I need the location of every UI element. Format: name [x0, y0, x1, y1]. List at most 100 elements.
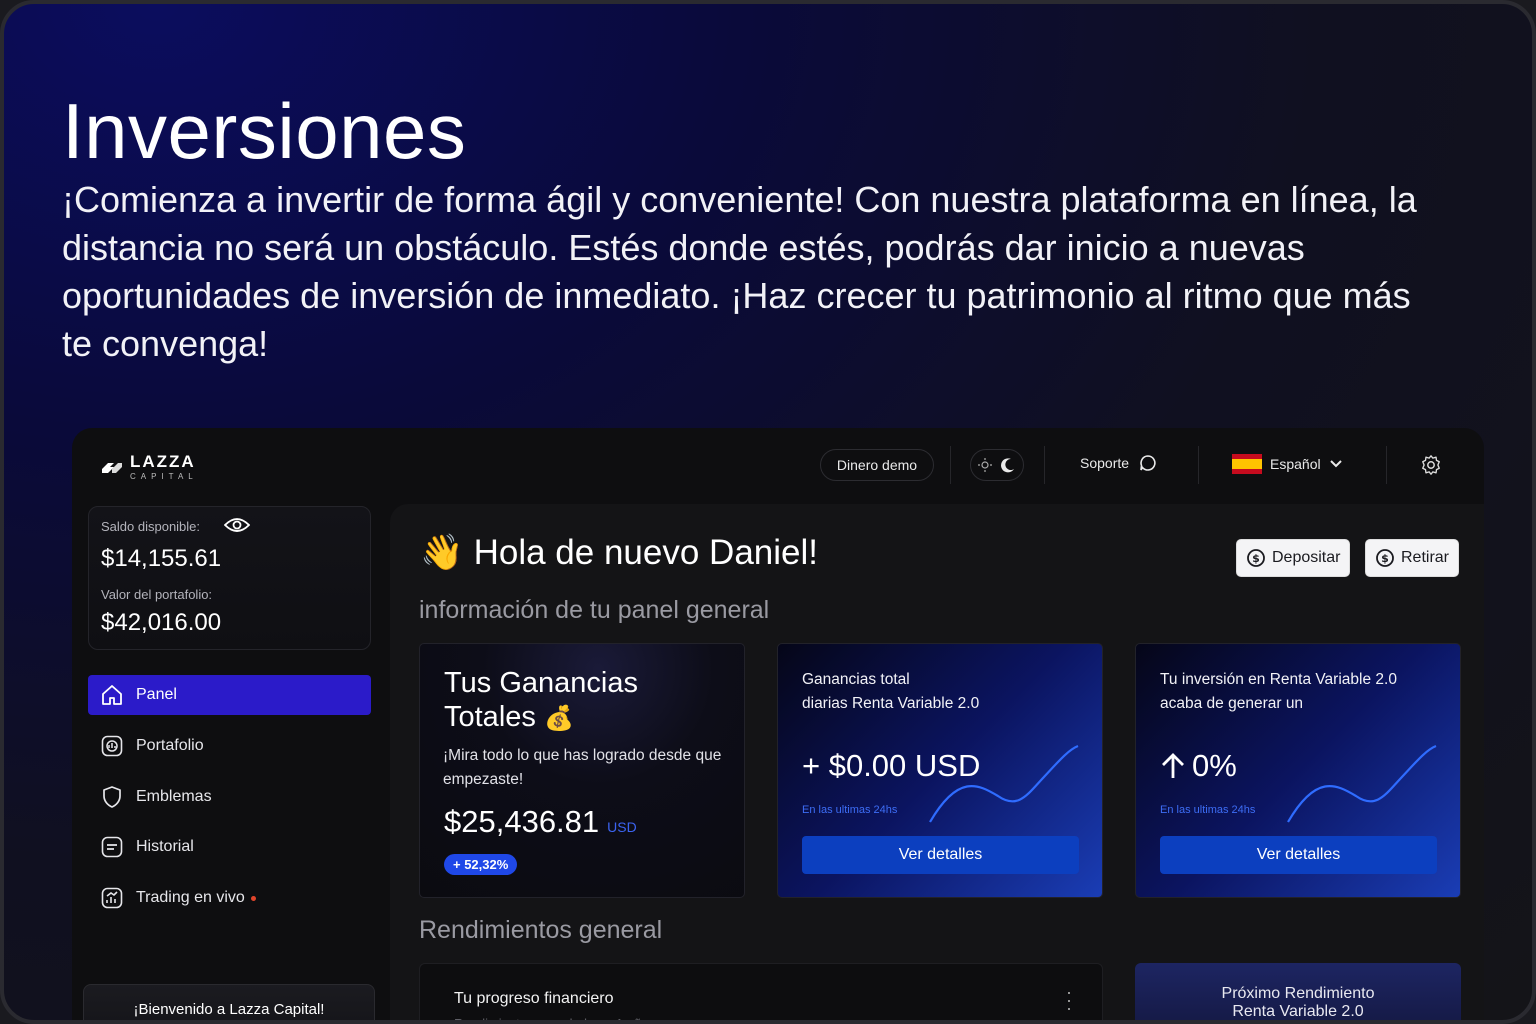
card-title: Tus Ganancias Totales 💰 [444, 666, 638, 736]
card-heading: Tu inversión en Renta Variable 2.0 acaba… [1160, 668, 1440, 716]
card-heading-line: acaba de generar un [1160, 695, 1304, 712]
sidebar-item-emblemas[interactable]: Emblemas [88, 777, 371, 817]
sidebar-item-panel[interactable]: Panel [88, 675, 371, 715]
chart-icon [101, 735, 123, 757]
portfolio-label: Valor del portafolio: [101, 587, 213, 602]
more-options-icon[interactable]: · · · [1066, 983, 1072, 1017]
progress-subtitle: Rendimiento acumulado en 1 año [454, 1016, 649, 1024]
withdraw-button[interactable]: $ Retirar [1365, 539, 1460, 577]
chat-bubble-icon [1140, 455, 1156, 471]
gear-icon[interactable] [1420, 454, 1442, 476]
demo-money-toggle[interactable]: Dinero demo [820, 449, 934, 481]
details-button[interactable]: Ver detalles [1160, 836, 1437, 874]
details-button[interactable]: Ver detalles [802, 836, 1079, 874]
next-yield-text: Próximo Rendimiento Renta Variable 2.0 [1135, 985, 1461, 1020]
promo-frame: Inversiones ¡Comienza a invertir de form… [0, 0, 1536, 1024]
divider [1044, 446, 1045, 484]
divider [1198, 446, 1199, 484]
deposit-button[interactable]: $ Depositar [1236, 539, 1351, 577]
chevron-down-icon [1329, 460, 1342, 468]
financial-progress-card: Tu progreso financiero Rendimiento acumu… [419, 963, 1103, 1024]
currency-label: USD [607, 819, 637, 835]
sidebar: Saldo disponible: $14,155.61 Valor del p… [72, 504, 388, 1020]
shield-icon [103, 786, 121, 808]
divider [950, 446, 951, 484]
support-link[interactable]: Soporte [1080, 454, 1157, 472]
card-heading: Ganancias total diarias Renta Variable 2… [802, 668, 1082, 716]
card-heading-line: Tu inversión en Renta Variable 2.0 [1160, 671, 1397, 688]
history-icon [101, 836, 123, 858]
moon-icon [1001, 458, 1014, 473]
main-panel: 👋 Hola de nuevo Daniel! $ Depositar $ Re… [390, 504, 1484, 1024]
time-note: En las ultimas 24hs [802, 804, 898, 816]
variable-income-value: 0% [1160, 748, 1237, 784]
top-bar: LAZZA CAPITAL Dinero demo Soporte Españo… [72, 428, 1484, 504]
balance-value: $14,155.61 [101, 545, 222, 572]
next-yield-line: Renta Variable 2.0 [1232, 1003, 1364, 1020]
arrow-up-icon [1162, 753, 1184, 778]
overview-title: información de tu panel general [419, 596, 770, 624]
sidebar-item-label: Emblemas [136, 788, 212, 805]
sidebar-item-trading[interactable]: Trading en vivo [88, 878, 371, 918]
wave-icon: 👋 [420, 533, 464, 572]
next-yield-line: Próximo Rendimiento [1221, 985, 1375, 1002]
sidebar-item-label: Trading en vivo [136, 889, 245, 906]
card-title-line: Tus Ganancias [444, 667, 638, 699]
card-heading-line: Ganancias total [802, 671, 910, 688]
card-heading-line: diarias Renta Variable 2.0 [802, 695, 980, 712]
spain-flag-icon [1232, 454, 1262, 474]
sun-icon [978, 458, 992, 472]
svg-text:$: $ [1381, 552, 1389, 565]
hero-subtitle: ¡Comienza a invertir de forma ágil y con… [62, 179, 1417, 364]
card-subtitle: ¡Mira todo lo que has logrado desde que … [443, 747, 722, 788]
live-indicator-dot [250, 895, 256, 901]
logo-subtext: CAPITAL [130, 472, 198, 481]
trend-sparkline [1287, 744, 1437, 823]
daily-earnings-card: Ganancias total diarias Renta Variable 2… [777, 643, 1103, 898]
next-yield-card[interactable]: Próximo Rendimiento Renta Variable 2.0 [1135, 963, 1461, 1020]
support-label: Soporte [1080, 455, 1130, 471]
hero-title: Inversiones [62, 87, 467, 175]
time-note: En las ultimas 24hs [1160, 804, 1256, 816]
earnings-amount: $25,436.81 [444, 804, 600, 839]
lazza-logo-icon [102, 462, 122, 473]
sidebar-item-label: Historial [136, 838, 194, 855]
logo[interactable]: LAZZA CAPITAL [100, 452, 198, 481]
total-earnings-value: $25,436.81 USD [444, 804, 637, 840]
performance-title: Rendimientos general [419, 916, 663, 944]
sidebar-item-label: Portafolio [136, 737, 204, 754]
greeting: 👋 Hola de nuevo Daniel! [420, 532, 818, 573]
app-window: LAZZA CAPITAL Dinero demo Soporte Españo… [72, 428, 1484, 1024]
language-select[interactable]: Español [1232, 454, 1343, 474]
welcome-text: ¡Bienvenido a Lazza Capital! [133, 1001, 325, 1018]
money-bag-icon: 💰 [543, 705, 574, 732]
divider [1386, 446, 1387, 484]
withdraw-coin-icon: $ [1376, 549, 1394, 567]
deposit-coin-icon: $ [1247, 549, 1265, 567]
welcome-banner: ¡Bienvenido a Lazza Capital! [83, 984, 375, 1020]
trend-sparkline [929, 744, 1079, 823]
card-title-line: Totales [444, 701, 536, 733]
svg-text:$: $ [1252, 552, 1260, 565]
language-label: Español [1270, 456, 1321, 472]
home-icon [102, 685, 122, 705]
balance-card: Saldo disponible: $14,155.61 Valor del p… [88, 506, 371, 650]
deposit-label: Depositar [1272, 549, 1341, 566]
balance-label: Saldo disponible: [101, 519, 201, 534]
theme-toggle[interactable] [970, 449, 1024, 481]
total-earnings-card: Tus Ganancias Totales 💰 ¡Mira todo lo qu… [419, 643, 745, 898]
variable-income-card: Tu inversión en Renta Variable 2.0 acaba… [1135, 643, 1461, 898]
greeting-text: Hola de nuevo Daniel! [473, 532, 818, 572]
portfolio-value: $42,016.00 [101, 609, 222, 636]
percentage-value: 0% [1192, 748, 1237, 783]
demo-money-label: Dinero demo [836, 457, 918, 473]
sidebar-item-historial[interactable]: Historial [88, 827, 371, 867]
eye-icon[interactable] [224, 515, 250, 535]
progress-title: Tu progreso financiero [454, 990, 614, 1007]
trading-icon [101, 887, 123, 909]
sidebar-item-portafolio[interactable]: Portafolio [88, 726, 371, 766]
growth-badge: + 52,32% [444, 854, 518, 875]
withdraw-label: Retirar [1401, 549, 1450, 566]
sidebar-item-label: Panel [136, 686, 177, 703]
logo-text: LAZZA [130, 452, 196, 471]
